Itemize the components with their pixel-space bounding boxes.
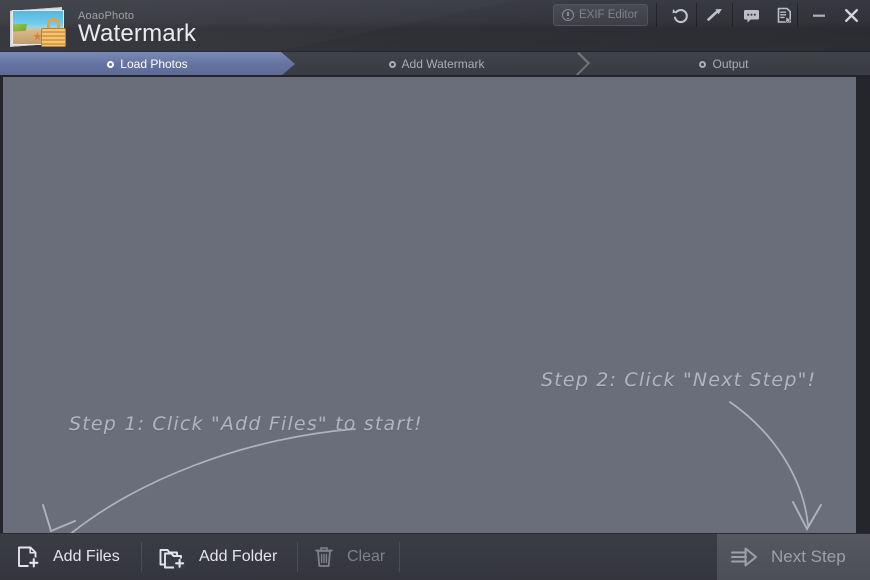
- bottom-toolbar: Add Files Add Folder Clear Next Step: [0, 533, 870, 580]
- step-label: Load Photos: [120, 57, 188, 71]
- close-button[interactable]: [836, 2, 866, 28]
- exif-editor-button[interactable]: EXIF Editor: [553, 4, 648, 26]
- speech-bubble-icon: [743, 9, 759, 23]
- lock-icon: [41, 18, 66, 47]
- clear-button[interactable]: Clear: [312, 534, 385, 580]
- step-label: Add Watermark: [401, 57, 485, 71]
- folder-plus-icon: [159, 549, 186, 570]
- step-load-photos[interactable]: Load Photos: [0, 52, 295, 76]
- minimize-icon: [813, 14, 825, 17]
- hint-step-1: Step 1: Click "Add Files" to start!: [69, 413, 423, 435]
- minimize-button[interactable]: [804, 2, 834, 28]
- toolbar-divider: [297, 542, 298, 572]
- title-bar: AoaoPhoto Watermark EXIF Editor: [0, 0, 870, 52]
- step-add-watermark[interactable]: Add Watermark: [295, 52, 578, 76]
- application-window: AoaoPhoto Watermark EXIF Editor Load Pho…: [0, 0, 870, 580]
- step-dot-icon: [388, 60, 396, 68]
- trash-icon: [315, 547, 333, 567]
- feedback-button[interactable]: [733, 2, 769, 28]
- step-label: Output: [712, 57, 749, 71]
- add-files-label: Add Files: [53, 548, 120, 565]
- step-dot-icon: [107, 60, 115, 68]
- arrow-right-icon: [731, 547, 757, 567]
- arrow-to-add-files: [70, 428, 356, 533]
- toolbar-divider: [797, 3, 798, 27]
- exclamation-circle-icon: [562, 9, 574, 21]
- app-logo-icon: [8, 6, 72, 48]
- document-check-icon: [777, 7, 792, 24]
- wrench-icon: [707, 8, 722, 21]
- undo-arrow-icon: [672, 8, 688, 23]
- next-step-label: Next Step: [771, 547, 846, 566]
- settings-button[interactable]: [697, 2, 733, 28]
- undo-button[interactable]: [661, 2, 697, 28]
- toolbar-divider: [656, 3, 657, 27]
- clear-label: Clear: [347, 548, 386, 565]
- step-output[interactable]: Output: [578, 52, 870, 76]
- add-files-button[interactable]: Add Files: [14, 534, 120, 580]
- close-icon: [844, 8, 858, 22]
- hint-arrows: [42, 401, 822, 533]
- add-folder-button[interactable]: Add Folder: [158, 534, 277, 580]
- file-plus-icon: [18, 546, 39, 568]
- next-step-button[interactable]: Next Step: [717, 534, 870, 580]
- toolbar-divider: [141, 542, 142, 572]
- step-dot-icon: [699, 60, 707, 68]
- add-folder-label: Add Folder: [199, 548, 278, 565]
- step-navigation-bar: Load Photos Add Watermark Output: [0, 51, 870, 77]
- app-title: Watermark: [78, 20, 197, 47]
- hint-step-2: Step 2: Click "Next Step"!: [541, 369, 817, 391]
- exif-editor-label: EXIF Editor: [579, 9, 638, 21]
- toolbar-divider: [399, 542, 400, 572]
- photo-list-canvas[interactable]: Step 1: Click "Add Files" to start! Step…: [0, 77, 870, 533]
